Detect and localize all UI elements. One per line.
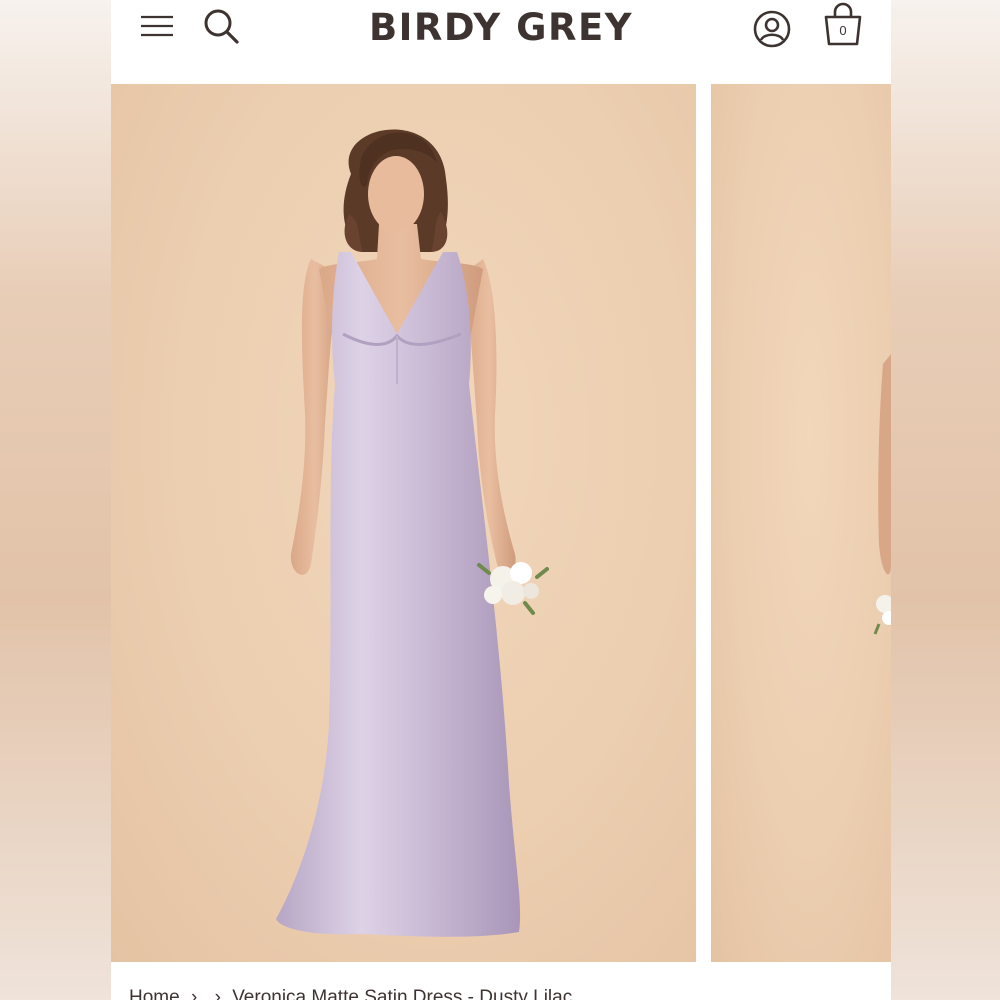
breadcrumb-category[interactable]: › [215, 987, 221, 1000]
hamburger-menu-icon [139, 15, 175, 47]
cart-button[interactable]: 0 [821, 2, 865, 48]
site-header: BIRDY GREY 0 [111, 0, 891, 84]
breadcrumb-current: Veronica Matte Satin Dress - Dusty Lilac [232, 987, 573, 1000]
model-photo [276, 129, 549, 937]
blurred-backdrop-left [0, 0, 111, 1000]
brand-logo[interactable]: BIRDY GREY [301, 4, 701, 52]
blurred-backdrop-right [891, 0, 1000, 1000]
menu-button[interactable] [139, 8, 175, 44]
breadcrumb-home-link[interactable]: Home [129, 987, 180, 1000]
search-button[interactable] [201, 6, 241, 46]
search-icon [201, 9, 241, 49]
breadcrumb: Home › › Veronica Matte Satin Dress - Du… [129, 987, 572, 1000]
cart-count-badge: 0 [839, 23, 847, 38]
product-image-main[interactable] [111, 84, 696, 962]
product-image-gallery[interactable] [111, 84, 891, 962]
product-image-next[interactable] [711, 84, 891, 962]
model-photo-partial [873, 354, 891, 635]
account-button[interactable] [751, 8, 793, 50]
account-icon [751, 10, 793, 53]
breadcrumb-separator: › [190, 987, 198, 1000]
mobile-page: BIRDY GREY 0 Home › › Veronica Matte Sat… [111, 0, 891, 1000]
shopping-bag-icon [821, 2, 865, 51]
